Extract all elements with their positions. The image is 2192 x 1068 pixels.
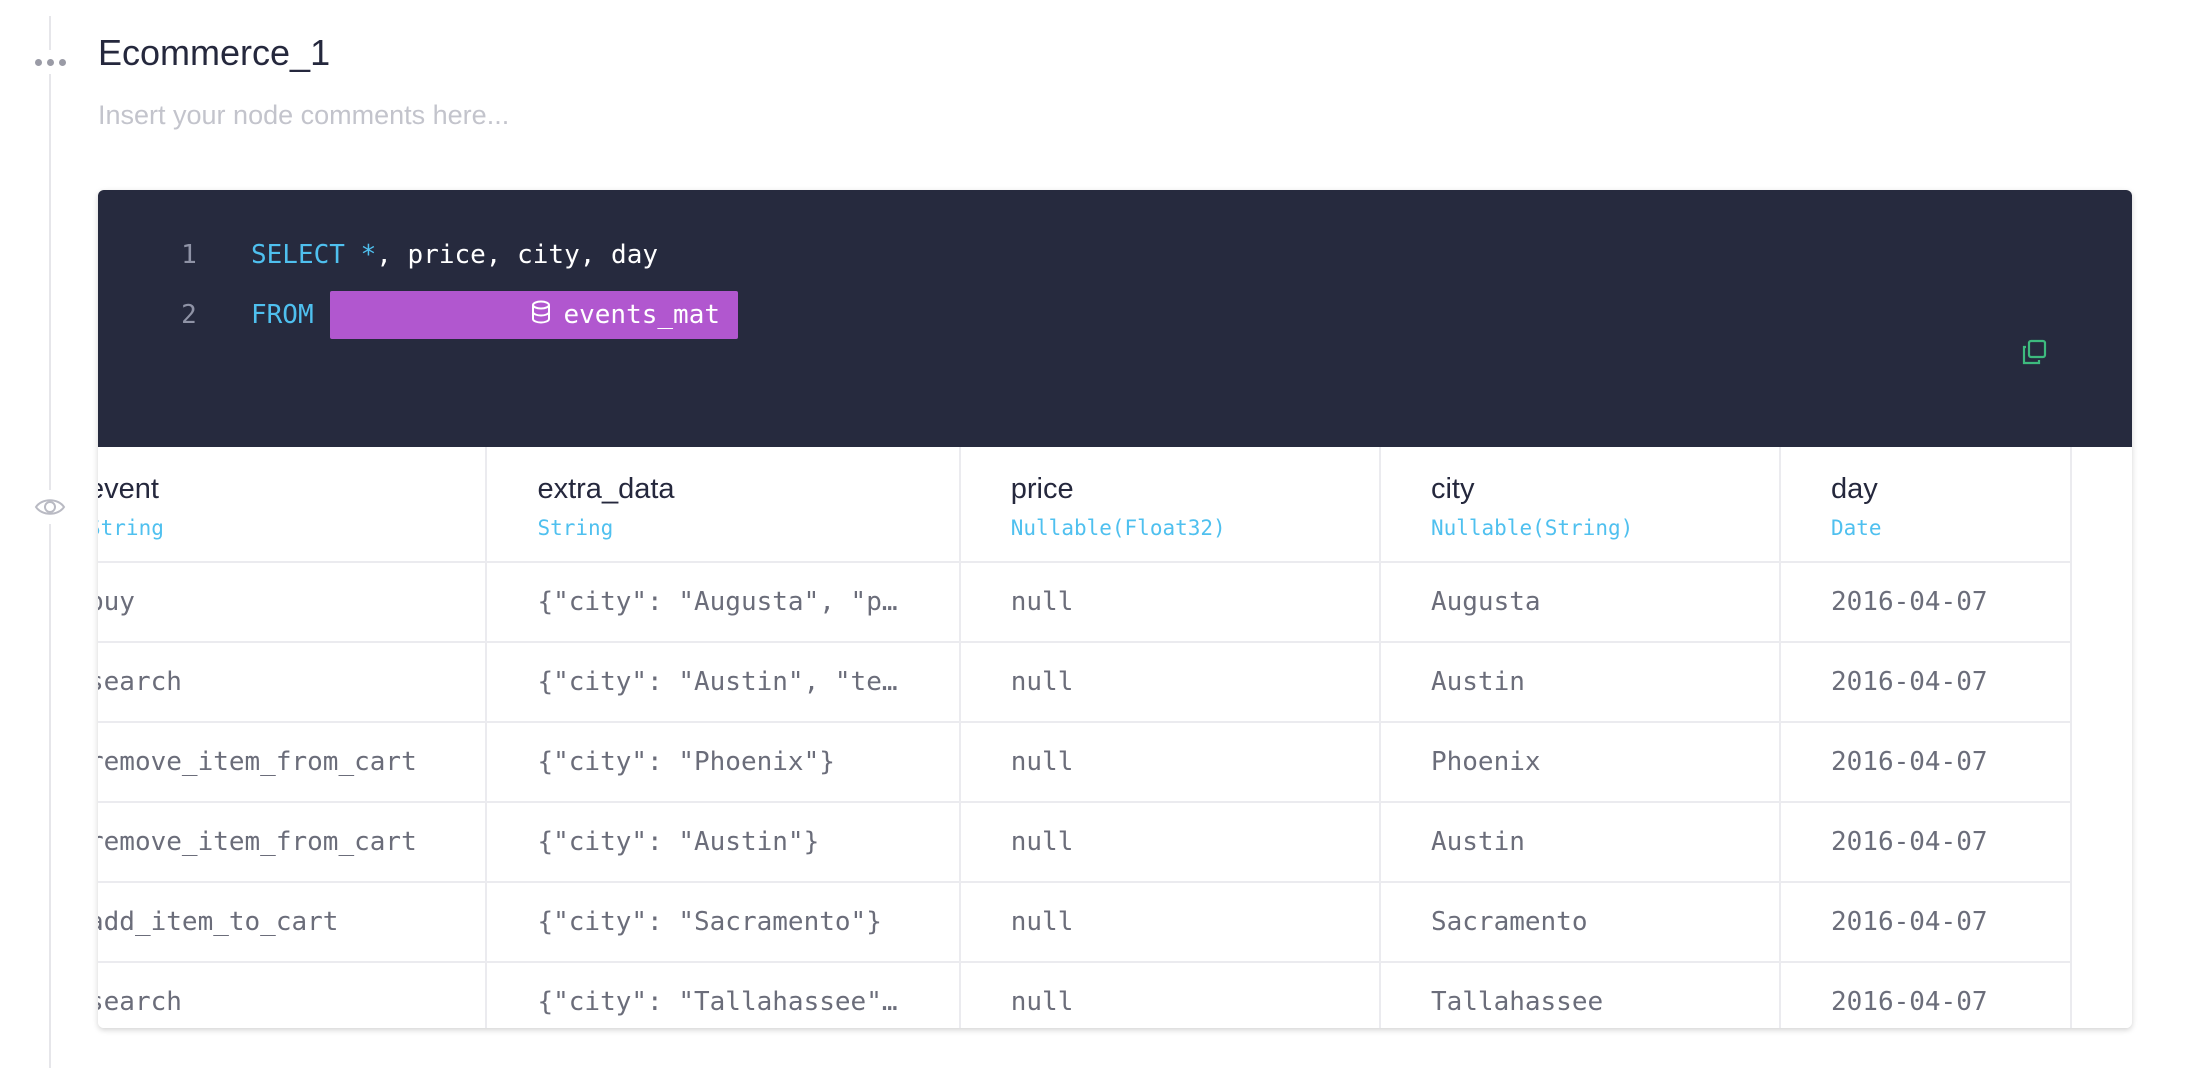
table-name: events_mat xyxy=(563,300,721,330)
eye-icon[interactable] xyxy=(30,490,70,524)
table-cell: search xyxy=(98,962,488,1028)
column-header[interactable]: price Nullable(Float32) xyxy=(959,447,1381,563)
column-type: Date xyxy=(1830,515,1882,540)
header-row: event String extra_data String price Nullab… xyxy=(98,447,2073,563)
table-row: add_item_to_cart {"city": "Sacramento"} … xyxy=(98,882,2073,963)
table-cell: 2016-04-07 xyxy=(1779,722,2073,803)
column-type: Nullable(Float32) xyxy=(1010,515,1226,540)
column-type: String xyxy=(537,515,614,540)
table-cell: {"city": "Sacramento"} xyxy=(486,882,961,963)
sql-keyword: SELECT xyxy=(251,240,345,270)
column-type: Nullable(String) xyxy=(1430,515,1634,540)
table-cell: {"city": "Austin", "te… xyxy=(486,642,961,723)
code-text: FROM events_mat xyxy=(251,291,739,339)
code-text: SELECT *, price, city, day xyxy=(251,240,658,270)
sql-wildcard: * xyxy=(360,240,377,270)
node-comments-field[interactable]: Insert your node comments here... xyxy=(98,100,509,131)
table-cell: remove_item_from_cart xyxy=(98,722,488,803)
table-cell: null xyxy=(959,962,1381,1028)
table-cell: search xyxy=(98,642,488,723)
results-grid[interactable]: event String extra_data String price Nullab… xyxy=(98,447,2132,1028)
cell-text: {"city": "Tallahassee"… xyxy=(537,987,898,1017)
sql-keyword: FROM xyxy=(251,300,314,330)
sql-editor[interactable]: 1 SELECT *, price, city, day 2 FROM even… xyxy=(98,190,2132,447)
table-cell: null xyxy=(959,802,1381,883)
column-header[interactable]: day Date xyxy=(1779,447,2073,563)
column-name: price xyxy=(1010,472,1074,505)
code-token: , price, city, day xyxy=(376,240,658,270)
cell-text: {"city": "Sacramento"} xyxy=(537,907,882,937)
table-row: buy {"city": "Augusta", "p… null Augusta… xyxy=(98,562,2073,643)
table-cell: null xyxy=(959,642,1381,723)
column-header[interactable]: event String xyxy=(98,447,488,563)
query-node-card: 1 SELECT *, price, city, day 2 FROM even… xyxy=(98,190,2132,1028)
results-table: event String extra_data String price Nullab… xyxy=(98,447,2073,1028)
table-row: search {"city": "Austin", "te… null Aust… xyxy=(98,642,2073,723)
table-cell: null xyxy=(959,562,1381,643)
column-name: extra_data xyxy=(537,472,675,505)
node-timeline xyxy=(49,16,51,1068)
table-cell: Augusta xyxy=(1379,562,1781,643)
table-cell: 2016-04-07 xyxy=(1779,882,2073,963)
line-number: 1 xyxy=(181,240,197,270)
table-reference-pill[interactable]: events_mat xyxy=(329,291,739,339)
table-cell: add_item_to_cart xyxy=(98,882,488,963)
table-cell: null xyxy=(959,722,1381,803)
table-row: remove_item_from_cart {"city": "Phoenix"… xyxy=(98,722,2073,803)
table-cell: Austin xyxy=(1379,802,1781,883)
table-cell: 2016-04-07 xyxy=(1779,642,2073,723)
column-name: event xyxy=(98,472,159,505)
table-cell: {"city": "Augusta", "p… xyxy=(486,562,961,643)
line-number: 2 xyxy=(181,300,197,330)
table-cell: null xyxy=(959,882,1381,963)
column-header[interactable]: extra_data String xyxy=(486,447,961,563)
table-cell: 2016-04-07 xyxy=(1779,802,2073,883)
table-cell: {"city": "Tallahassee"… xyxy=(486,962,961,1028)
table-cell: remove_item_from_cart xyxy=(98,802,488,883)
cell-text: {"city": "Augusta", "p… xyxy=(537,587,898,617)
cell-text: {"city": "Austin", "te… xyxy=(537,667,898,697)
table-cell: 2016-04-07 xyxy=(1779,962,2073,1028)
table-cell: {"city": "Austin"} xyxy=(486,802,961,883)
column-name: day xyxy=(1830,472,1878,505)
table-row: search {"city": "Tallahassee"… null Tall… xyxy=(98,962,2073,1028)
column-type: String xyxy=(98,515,164,540)
column-name: city xyxy=(1430,472,1475,505)
more-horizontal-icon[interactable] xyxy=(30,50,70,74)
table-row: remove_item_from_cart {"city": "Austin"}… xyxy=(98,802,2073,883)
node-title[interactable]: Ecommerce_1 xyxy=(98,32,330,74)
cell-text: {"city": "Austin"} xyxy=(537,827,820,857)
column-header[interactable]: city Nullable(String) xyxy=(1379,447,1781,563)
table-cell: Sacramento xyxy=(1379,882,1781,963)
cell-text: {"city": "Phoenix"} xyxy=(537,747,835,777)
table-cell: buy xyxy=(98,562,488,643)
table-cell: {"city": "Phoenix"} xyxy=(486,722,961,803)
table-cell: 2016-04-07 xyxy=(1779,562,2073,643)
table-cell: Tallahassee xyxy=(1379,962,1781,1028)
copy-icon[interactable] xyxy=(2020,338,2052,370)
database-icon xyxy=(344,270,552,361)
table-cell: Austin xyxy=(1379,642,1781,723)
table-cell: Phoenix xyxy=(1379,722,1781,803)
